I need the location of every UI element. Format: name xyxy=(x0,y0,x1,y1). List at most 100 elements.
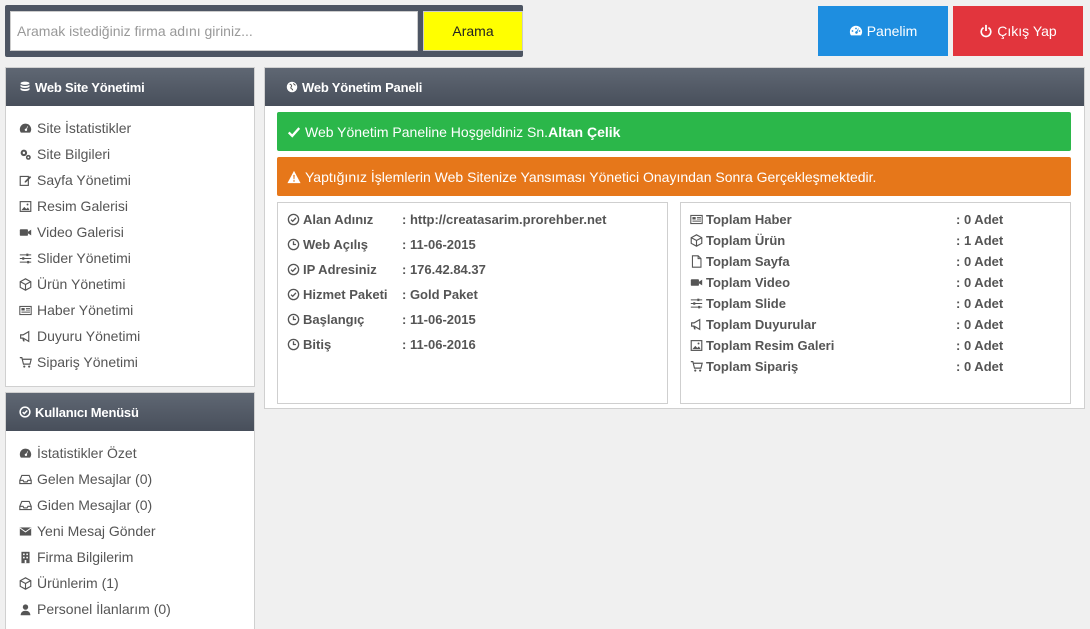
user-menu-header: Kullanıcı Menüsü xyxy=(6,393,254,431)
totals-value: : 0 Adet xyxy=(956,338,1004,353)
totals-label: Toplam Sayfa xyxy=(706,254,790,269)
check-circle-icon xyxy=(19,406,31,418)
sliders-icon xyxy=(690,298,703,309)
sidebar-item-label: Giden Mesajlar (0) xyxy=(37,497,153,513)
sidebar-item-haber-yonetimi[interactable]: Haber Yönetimi xyxy=(19,297,254,323)
dashboard-icon xyxy=(19,448,32,458)
check-circle-icon xyxy=(287,263,300,276)
welcome-alert: Web Yönetim Paneline Hoşgeldiniz Sn. Alta… xyxy=(277,112,1071,151)
logout-button-label: Çıkış Yap xyxy=(997,23,1057,39)
sidebar-item-label: Firma Bilgilerim xyxy=(37,549,134,565)
site-info-value: : Gold Paket xyxy=(402,287,478,302)
sidebar-item-video-galerisi[interactable]: Video Galerisi xyxy=(19,219,254,245)
totals-value: : 0 Adet xyxy=(956,359,1004,374)
sidebar-item-site-istatistikler[interactable]: Site İstatistikler xyxy=(19,115,254,141)
envelope-icon xyxy=(19,526,32,536)
image-icon xyxy=(19,200,32,212)
database-icon xyxy=(20,81,30,92)
totals-value: : 0 Adet xyxy=(956,254,1004,269)
approval-warning-text: Yaptığınız İşlemlerin Web Sitenize Yansı… xyxy=(305,168,877,185)
site-info-label: Bitiş xyxy=(303,337,332,352)
file-icon xyxy=(691,255,702,268)
totals-label: Toplam Ürün xyxy=(706,233,786,248)
site-info-row: Hizmet Paketi : Gold Paket xyxy=(287,284,478,305)
totals-box: Toplam Haber : 0 Adet Toplam Ürün : 1 Ad… xyxy=(680,202,1071,404)
sidebar-item-label: Haber Yönetimi xyxy=(37,302,134,318)
site-info-row: Web Açılış : 11-06-2015 xyxy=(287,234,476,255)
totals-label: Toplam Video xyxy=(706,275,791,290)
sidebar-item-label: Sayfa Yönetimi xyxy=(37,172,131,188)
totals-label: Toplam Duyurular xyxy=(706,317,817,332)
gears-icon xyxy=(20,149,31,160)
sidebar-item-siparis-yonetimi[interactable]: Sipariş Yönetimi xyxy=(19,349,254,375)
sidebar-item-label: Duyuru Yönetimi xyxy=(37,328,141,344)
search-input[interactable] xyxy=(10,11,418,51)
panel-button-label: Panelim xyxy=(866,23,918,39)
sidebar-item-label: Resim Galerisi xyxy=(37,198,129,214)
sidebar-item-istatistikler-ozet[interactable]: İstatistikler Özet xyxy=(19,440,254,466)
approval-warning-alert: Yaptığınız İşlemlerin Web Sitenize Yansı… xyxy=(277,157,1071,196)
dashboard-icon xyxy=(19,123,32,133)
site-info-row: Alan Adınız : http://creatasarim.prorehb… xyxy=(287,209,606,230)
clock-icon xyxy=(287,313,300,326)
sidebar-item-giden-mesajlar[interactable]: Giden Mesajlar (0) xyxy=(19,492,254,518)
sidebar-item-urun-yonetimi[interactable]: Ürün Yönetimi xyxy=(19,271,254,297)
totals-row: Toplam Duyurular : 0 Adet xyxy=(690,314,1003,335)
site-info-value: : 11-06-2016 xyxy=(402,337,476,352)
totals-label: Toplam Haber xyxy=(706,212,792,227)
search-bar: Arama xyxy=(5,5,523,57)
sidebar-item-label: Gelen Mesajlar (0) xyxy=(37,471,153,487)
cart-icon xyxy=(19,356,32,368)
totals-label: Toplam Slide xyxy=(706,296,786,311)
site-info-value: : 176.42.84.37 xyxy=(402,262,486,277)
sidebar-item-duyuru-yonetimi[interactable]: Duyuru Yönetimi xyxy=(19,323,254,349)
dashboard-icon xyxy=(849,25,862,36)
building-icon xyxy=(21,551,30,563)
totals-row: Toplam Ürün : 1 Adet xyxy=(690,230,1003,251)
cart-icon xyxy=(690,361,703,372)
site-info-label: Hizmet Paketi xyxy=(303,287,388,302)
sidebar-item-personel-ilanlarim[interactable]: Personel İlanlarım (0) xyxy=(19,596,254,622)
sidebar-item-resim-galerisi[interactable]: Resim Galerisi xyxy=(19,193,254,219)
totals-value: : 1 Adet xyxy=(956,233,1004,248)
totals-row: Toplam Resim Galeri : 0 Adet xyxy=(690,335,1003,356)
sidebar-item-label: Video Galerisi xyxy=(37,224,124,240)
sidebar-item-label: Sipariş Yönetimi xyxy=(37,354,138,370)
main-panel: Web Yönetim Paneli Web Yönetim Paneline … xyxy=(264,67,1085,409)
web-site-menu-title: Web Site Yönetimi xyxy=(35,79,145,95)
cube-icon xyxy=(19,576,32,590)
warning-icon xyxy=(287,170,301,183)
globe-icon xyxy=(286,81,298,93)
check-circle-icon xyxy=(287,288,300,301)
site-info-value: : http://creatasarim.prorehber.net xyxy=(402,212,607,227)
site-info-row: Bitiş : 11-06-2016 xyxy=(287,334,476,355)
main-panel-title: Web Yönetim Paneli xyxy=(302,79,423,95)
sidebar-item-slider-yonetimi[interactable]: Slider Yönetimi xyxy=(19,245,254,271)
web-site-menu-list: Site İstatistikler Site Bilgileri Sayfa … xyxy=(6,106,254,375)
search-button[interactable]: Arama xyxy=(423,11,523,51)
sidebar-item-label: Yeni Mesaj Gönder xyxy=(37,523,156,539)
sidebar-item-yeni-mesaj[interactable]: Yeni Mesaj Gönder xyxy=(19,518,254,544)
sidebar-item-gelen-mesajlar[interactable]: Gelen Mesajlar (0) xyxy=(19,466,254,492)
sidebar-item-firma-bilgilerim[interactable]: Firma Bilgilerim xyxy=(19,544,254,570)
totals-row: Toplam Sayfa : 0 Adet xyxy=(690,251,1003,272)
totals-value: : 0 Adet xyxy=(956,296,1004,311)
edit-icon xyxy=(19,175,32,186)
newspaper-icon xyxy=(19,305,32,315)
sidebar-item-site-bilgileri[interactable]: Site Bilgileri xyxy=(19,141,254,167)
sidebar-item-sayfa-yonetimi[interactable]: Sayfa Yönetimi xyxy=(19,167,254,193)
panel-button[interactable]: Panelim xyxy=(818,6,948,56)
totals-label: Toplam Resim Galeri xyxy=(706,338,835,353)
totals-value: : 0 Adet xyxy=(956,317,1004,332)
newspaper-icon xyxy=(690,214,703,225)
sidebar-item-urunlerim[interactable]: Ürünlerim (1) xyxy=(19,570,254,596)
check-circle-icon xyxy=(287,213,300,226)
clock-icon xyxy=(287,238,300,251)
user-menu-title: Kullanıcı Menüsü xyxy=(35,404,139,420)
user-icon xyxy=(20,603,31,615)
logout-button[interactable]: Çıkış Yap xyxy=(953,6,1083,56)
video-camera-icon xyxy=(19,228,32,236)
sidebar-item-label: Site Bilgileri xyxy=(37,146,111,162)
video-camera-icon xyxy=(690,279,703,286)
totals-value: : 0 Adet xyxy=(956,212,1004,227)
